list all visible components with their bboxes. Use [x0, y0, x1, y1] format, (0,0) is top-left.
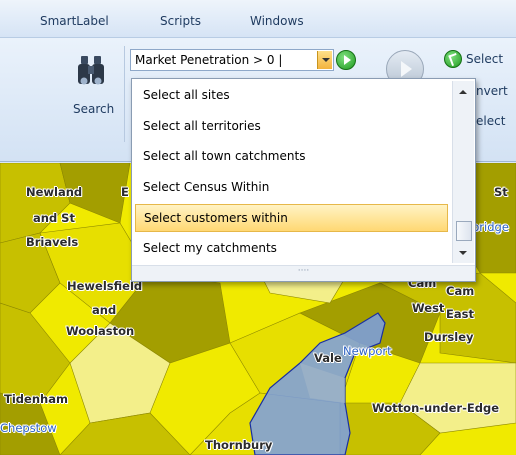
place-label: Newland	[26, 185, 83, 199]
binoculars-icon	[78, 56, 104, 85]
search-button[interactable]	[68, 48, 122, 128]
scroll-up-icon[interactable]	[459, 90, 467, 94]
place-label: bridge	[472, 220, 509, 234]
dropdown-item[interactable]: Select all territories	[135, 113, 448, 141]
select-button-label[interactable]: Select	[466, 52, 503, 66]
dropdown-item[interactable]: Select all sites	[135, 82, 448, 110]
menu-scripts[interactable]: Scripts	[160, 14, 201, 28]
menu-windows[interactable]: Windows	[250, 14, 304, 28]
query-combo[interactable]: Market Penetration > 0 |	[130, 49, 334, 71]
scrollbar-thumb[interactable]	[456, 221, 472, 241]
place-label: Briavels	[26, 235, 79, 249]
query-dropdown-list: Select all sites Select all territories …	[131, 78, 476, 282]
search-label[interactable]: Search	[73, 102, 114, 116]
select-button-label-2[interactable]: elect	[476, 114, 505, 128]
select-icon[interactable]	[444, 50, 462, 68]
resize-grip[interactable]: ····	[132, 265, 475, 281]
place-label: and	[92, 303, 117, 317]
place-label: Tidenham	[4, 392, 68, 406]
place-label: Thornbury	[205, 438, 273, 452]
invert-button-label[interactable]: nvert	[476, 84, 508, 98]
ribbon-separator	[124, 46, 125, 142]
dropdown-scrollbar[interactable]	[452, 81, 474, 263]
dropdown-item[interactable]: Select Census Within	[135, 174, 448, 202]
menu-smartlabel[interactable]: SmartLabel	[40, 14, 109, 28]
place-label: Vale	[314, 351, 342, 365]
place-label: Woolaston	[66, 324, 135, 338]
place-label: East	[446, 307, 474, 321]
menu-bar: SmartLabel Scripts Windows	[0, 0, 516, 38]
place-label: Chepstow	[0, 421, 57, 435]
place-label: Wotton-under-Edge	[372, 401, 499, 415]
place-label: Cam	[446, 284, 475, 298]
dropdown-arrow-icon[interactable]	[317, 51, 332, 69]
place-label: E	[121, 185, 129, 199]
place-label: Newport	[343, 344, 392, 358]
place-label: and St	[33, 211, 75, 225]
dropdown-item-selected[interactable]: Select customers within	[135, 204, 448, 232]
dropdown-item[interactable]: Select all town catchments	[135, 143, 448, 171]
dropdown-item[interactable]: Select my catchments	[135, 235, 448, 263]
place-label: St	[494, 185, 508, 199]
query-combo-value: Market Penetration > 0 |	[135, 53, 283, 67]
place-label: West	[412, 301, 445, 315]
place-label: Dursley	[424, 330, 474, 344]
scroll-down-icon[interactable]	[459, 251, 467, 255]
run-query-icon[interactable]	[336, 50, 356, 70]
